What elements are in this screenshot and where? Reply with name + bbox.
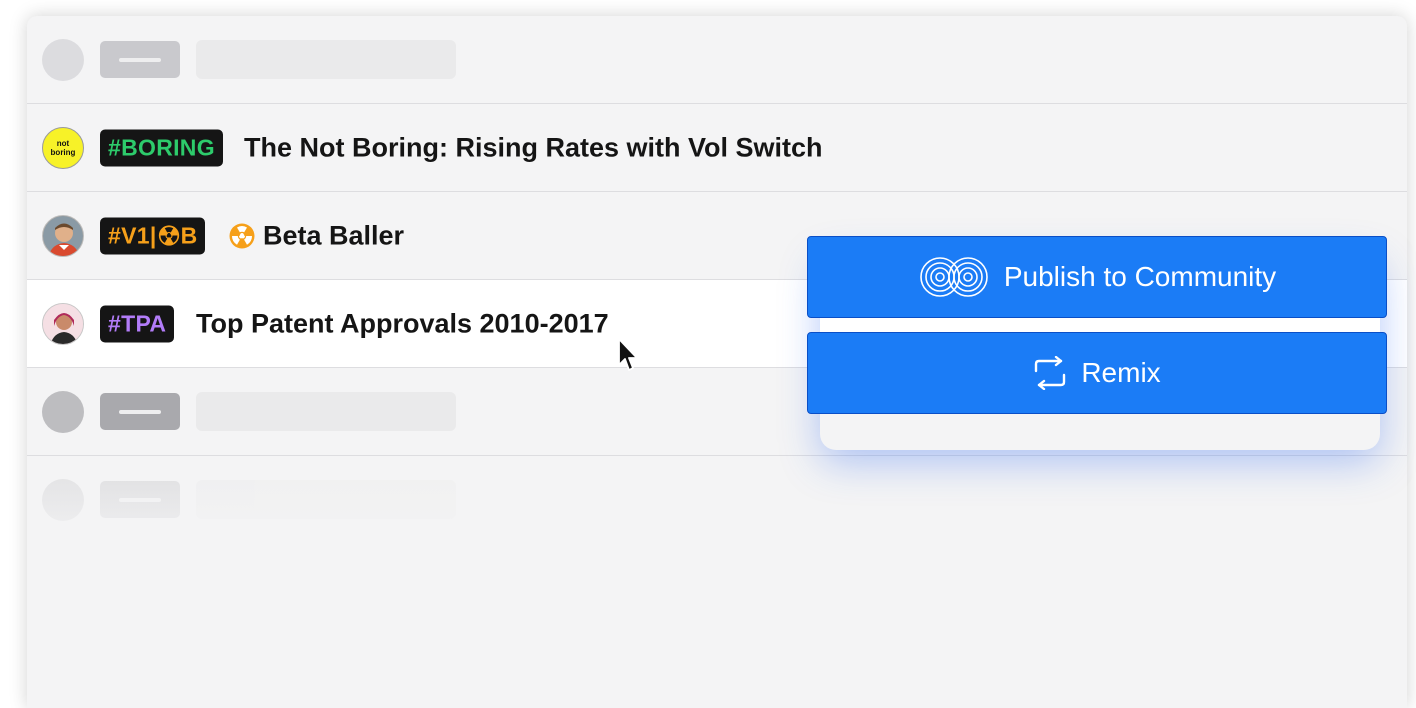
community-rings-icon bbox=[920, 257, 988, 297]
radioactive-icon bbox=[158, 225, 179, 246]
avatar-placeholder bbox=[42, 39, 84, 81]
list-item-skeleton bbox=[27, 16, 1407, 104]
dashboard-tag[interactable]: #TPA bbox=[100, 305, 175, 342]
item-title[interactable]: Top Patent Approvals 2010-2017 bbox=[196, 308, 609, 339]
dashboard-tag[interactable]: #V1| B bbox=[100, 217, 206, 254]
person-photo-icon bbox=[43, 304, 83, 344]
swap-arrows-icon bbox=[1035, 356, 1066, 390]
title-placeholder bbox=[196, 480, 456, 519]
title-placeholder bbox=[196, 392, 456, 431]
tag-label: #BORING bbox=[108, 134, 215, 160]
mouse-cursor-icon bbox=[618, 338, 638, 371]
tag-label: B bbox=[180, 222, 198, 248]
avatar-text: not bbox=[56, 139, 70, 148]
publish-button-label: Publish to Community bbox=[1003, 261, 1277, 292]
person-photo-icon bbox=[43, 216, 83, 256]
item-title[interactable]: Beta Baller bbox=[263, 220, 404, 251]
publish-to-community-button[interactable]: Publish to Community bbox=[807, 236, 1387, 318]
tag-placeholder bbox=[100, 41, 180, 78]
avatar-placeholder bbox=[42, 391, 84, 433]
tag-placeholder bbox=[100, 393, 180, 430]
list-item[interactable]: not boring #BORING The Not Boring: Risin… bbox=[27, 104, 1407, 192]
person-photo-avatar bbox=[42, 303, 84, 345]
avatar-placeholder bbox=[42, 479, 84, 521]
list-item-skeleton bbox=[27, 456, 1407, 544]
remix-button[interactable]: Remix bbox=[807, 332, 1387, 414]
tag-label: #TPA bbox=[108, 310, 167, 336]
item-title[interactable]: The Not Boring: Rising Rates with Vol Sw… bbox=[244, 132, 823, 163]
radioactive-icon bbox=[229, 223, 255, 249]
dashboard-tag[interactable]: #BORING bbox=[100, 129, 223, 166]
remix-button-label: Remix bbox=[1081, 357, 1161, 388]
person-photo-avatar bbox=[42, 215, 84, 257]
avatar-text: boring bbox=[50, 148, 76, 157]
title-placeholder bbox=[196, 40, 456, 79]
not-boring-avatar: not boring bbox=[42, 127, 84, 169]
app-canvas: not boring #BORING The Not Boring: Risin… bbox=[0, 0, 1416, 708]
tag-label: #V1| bbox=[108, 222, 157, 248]
tag-placeholder bbox=[100, 481, 180, 518]
